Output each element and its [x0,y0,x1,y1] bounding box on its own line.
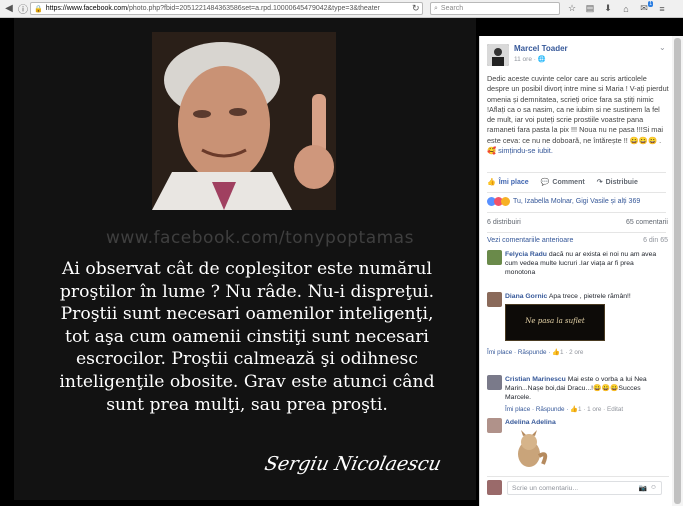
comment-reply-link[interactable]: Răspunde [518,349,547,356]
scrollbar-thumb[interactable] [674,38,681,504]
signature: Sergiu Nicolaescu [262,453,444,475]
menu-icon[interactable]: ≡ [656,2,668,15]
write-comment: Scrie un comentariu... 📷 ☺ [487,476,669,496]
back-icon[interactable]: ◀ [2,2,16,16]
divider [487,232,666,233]
share-button[interactable]: ↷ Distribuie [596,178,638,187]
reload-icon[interactable]: ↻ [412,3,420,14]
shares-count[interactable]: 6 distribuiri [487,219,521,226]
comment-body: Cristian Marinescu Mai este o vorba a lu… [505,375,665,403]
comment-icon: 💬 [540,179,550,186]
divider [487,192,666,193]
address-bar[interactable]: 🔒 https://www.facebook.com/photo.php?fbi… [30,2,423,15]
post-actions: 👍 Îmi place 💬 Comment ↷ Distribuie [487,178,667,187]
author-avatar[interactable] [487,44,509,66]
post-body: Dedic aceste cuvinte celor care au scris… [487,74,669,145]
comment-placeholder: Scrie un comentariu... [512,484,579,492]
comment: Cristian Marinescu Mai este o vorba a lu… [487,375,669,415]
feeling-label[interactable]: 🥰 simțindu-se iubit. [487,146,553,155]
comment-meta: Îmi place · Răspunde · 👍1 · 1 ore · Edit… [505,406,624,413]
commenter-avatar[interactable] [487,250,502,265]
comment-like-link[interactable]: Îmi place [487,349,512,356]
clipboard-icon[interactable]: ▤ [584,2,596,15]
commenter-name[interactable]: Cristian Marinescu [505,376,566,383]
author-name[interactable]: Marcel Toader [514,44,568,53]
camera-icon[interactable]: 📷 [639,484,647,492]
comment-body: Felycia Radu dacă nu ar exista ei noi nu… [505,250,665,278]
quote-text: Ai observat cât de copleşitor este număr… [59,259,435,415]
notifications-icon[interactable]: ✉ 1 [638,1,653,15]
home-icon[interactable]: ⌂ [620,2,632,15]
comment-reply-link[interactable]: Răspunde [536,406,565,413]
search-icon: ⌕ [434,4,438,12]
comment-time: 👍1 · 1 ore · Editat [570,406,624,413]
comment-sticker [509,430,549,470]
comment-image-text: Ne pasa la suflet [525,317,585,325]
comment-input[interactable]: Scrie un comentariu... 📷 ☺ [507,481,662,495]
search-input[interactable]: ⌕ Search [430,2,560,15]
download-icon[interactable]: ⬇ [602,2,614,15]
lock-icon: 🔒 [34,5,43,13]
divider [487,212,666,213]
comment: Felycia Radu dacă nu ar exista ei noi nu… [487,250,669,282]
commenter-name[interactable]: Felycia Radu [505,251,547,258]
commenter-name[interactable]: Diana Gornic [505,293,547,300]
comment-image[interactable]: Ne pasa la suflet [505,304,605,341]
comments-count[interactable]: 65 comentarii [626,219,668,226]
url-host: https://www.facebook.com [45,5,128,12]
reactions-summary[interactable]: Tu, Izabella Molnar, Gigi Vasile și alți… [487,197,640,206]
search-placeholder: Search [440,5,464,12]
sticker-icon[interactable]: ☺ [650,484,657,492]
comment-button[interactable]: 💬 Comment [540,178,585,187]
notification-badge: 1 [648,1,653,7]
comment: Adelina Adelina [487,418,669,473]
comment-body: Adelina Adelina [505,418,665,427]
likes-text: Tu, Izabella Molnar, Gigi Vasile și alți… [513,198,641,205]
view-previous-comments[interactable]: Vezi comentariile anterioare [487,237,573,244]
commenter-avatar[interactable] [487,292,502,307]
comment-label: Comment [552,178,585,186]
url-path: /photo.php?fbid=2051221484363586set=a.rp… [127,5,380,12]
photo[interactable]: www.facebook.com/tonypoptamas Ai observa… [14,18,476,500]
thumbs-up-icon: 👍 [487,179,496,186]
commenter-avatar[interactable] [487,375,502,390]
commenter-avatar[interactable] [487,418,502,433]
divider [487,172,666,173]
scrollbar[interactable] [672,36,683,506]
post-time[interactable]: 11 ore · 🌐 [514,55,546,63]
comment: Diana Gornic Apa trece , pietrele rămân!… [487,292,669,372]
commenter-name[interactable]: Adelina Adelina [505,419,556,426]
comment-meta: Îmi place · Răspunde · 👍1 · 2 ore [487,349,584,356]
like-button[interactable]: 👍 Îmi place [487,178,529,187]
post-text: Dedic aceste cuvinte celor care au scris… [487,74,669,156]
comments-pagination: 6 din 65 [643,237,668,244]
comment-like-link[interactable]: Îmi place [505,406,530,413]
user-avatar [487,480,502,495]
share-icon: ↷ [596,179,603,186]
chevron-down-icon[interactable]: ⌄ [659,43,666,52]
comment-text: Apa trece , pietrele rămân!! [548,293,631,300]
star-icon[interactable]: ☆ [566,2,578,15]
comment-body: Diana Gornic Apa trece , pietrele rămân!… [505,292,665,301]
haha-reaction-icon [501,197,510,206]
comment-time: 👍1 · 2 ore [552,349,584,356]
info-icon[interactable]: ⓘ [16,2,30,16]
like-label: Îmi place [498,178,529,186]
share-label: Distribuie [605,178,638,186]
watermark: www.facebook.com/tonypoptamas [106,228,414,248]
portrait-image [152,32,336,210]
post-panel: Marcel Toader 11 ore · 🌐 ⌄ Dedic aceste … [479,36,672,506]
